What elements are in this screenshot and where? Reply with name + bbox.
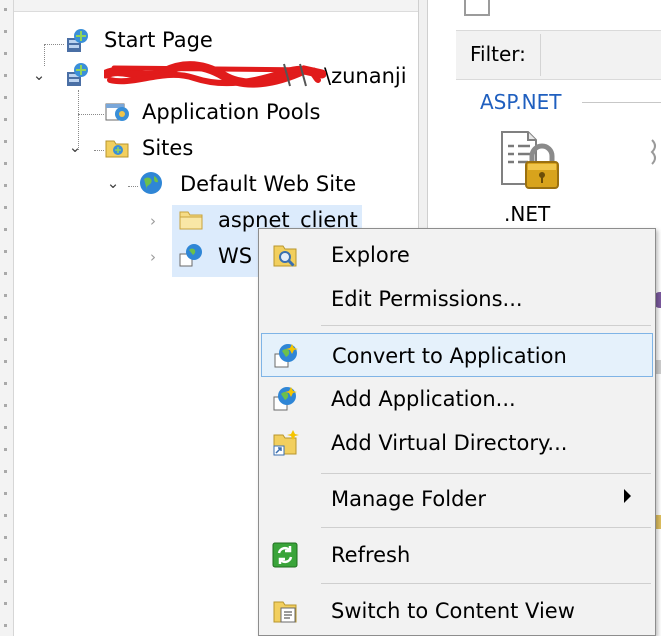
explore-folder-icon xyxy=(273,245,297,267)
menu-item-label: Refresh xyxy=(331,543,411,567)
menu-item-convert-to-application[interactable]: Convert to Application xyxy=(261,333,653,377)
strip-tick xyxy=(4,118,7,121)
strip-tick xyxy=(4,492,7,495)
tree-connector xyxy=(78,114,104,115)
menu-item-label: Add Application... xyxy=(331,387,516,411)
menu-item-label: Explore xyxy=(331,243,410,267)
menu-separator xyxy=(321,473,651,474)
menu-item-refresh[interactable]: Refresh xyxy=(261,533,653,577)
strip-tick xyxy=(4,316,7,319)
strip-tick xyxy=(4,514,7,517)
strip-tick xyxy=(4,140,7,143)
net-authorization-lock-icon[interactable] xyxy=(498,128,562,192)
tree-item-sites[interactable]: Sites xyxy=(142,134,193,164)
strip-tick xyxy=(4,470,7,473)
menu-item-edit-permissions[interactable]: Edit Permissions... xyxy=(261,277,653,321)
menu-item-switch-to-content-view[interactable]: Switch to Content View xyxy=(261,589,653,633)
strip-tick xyxy=(4,272,7,275)
tree-item-ws[interactable]: WS xyxy=(218,242,252,272)
menu-separator xyxy=(321,325,651,326)
menu-item-explore[interactable]: Explore xyxy=(261,233,653,277)
view-checkbox[interactable] xyxy=(464,0,490,16)
chevron-right-icon[interactable]: › xyxy=(144,212,162,230)
strip-tick xyxy=(4,360,7,363)
redaction-scribble xyxy=(104,61,326,88)
strip-tick xyxy=(4,426,7,429)
tree-item-start-page[interactable]: Start Page xyxy=(104,26,213,56)
strip-tick xyxy=(4,602,7,605)
strip-tick xyxy=(4,96,7,99)
tree-connector xyxy=(44,44,64,45)
menu-separator xyxy=(321,583,651,584)
application-pools-icon xyxy=(105,103,129,121)
menu-item-add-virtual-directory[interactable]: Add Virtual Directory... xyxy=(261,421,653,465)
sites-folder-icon xyxy=(105,140,129,158)
tree-connector xyxy=(128,186,138,187)
refresh-icon xyxy=(272,542,298,568)
feature-group-header: ASP.NET xyxy=(480,90,562,114)
tree-connector xyxy=(94,150,104,151)
menu-item-label: Manage Folder xyxy=(331,487,486,511)
chevron-right-icon[interactable]: › xyxy=(144,248,162,266)
strip-tick xyxy=(4,184,7,187)
connections-toolbar xyxy=(14,0,418,12)
strip-tick xyxy=(4,338,7,341)
strip-tick xyxy=(4,580,7,583)
menu-item-label: Add Virtual Directory... xyxy=(331,431,568,455)
strip-tick xyxy=(4,74,7,77)
menu-item-add-application[interactable]: Add Application... xyxy=(261,377,653,421)
web-application-icon xyxy=(179,244,202,267)
group-divider xyxy=(582,102,661,103)
server-name-suffix: \zunanji xyxy=(324,64,407,88)
menu-separator xyxy=(321,527,651,528)
tree-item-application-pools[interactable]: Application Pools xyxy=(142,98,320,128)
chevron-down-icon[interactable]: ⌄ xyxy=(104,174,122,192)
strip-tick xyxy=(4,536,7,539)
strip-tick xyxy=(4,558,7,561)
context-menu: Explore Edit Permissions... Convert to A… xyxy=(258,228,656,636)
menu-item-label: Edit Permissions... xyxy=(331,287,523,311)
strip-tick xyxy=(4,30,7,33)
strip-tick xyxy=(4,404,7,407)
strip-tick xyxy=(4,448,7,451)
strip-tick xyxy=(4,228,7,231)
strip-tick xyxy=(4,52,7,55)
server-icon xyxy=(67,63,88,86)
left-edge-strip xyxy=(0,0,14,636)
menu-item-label: Switch to Content View xyxy=(331,599,575,623)
filter-label: Filter: xyxy=(470,42,526,66)
strip-tick xyxy=(4,8,7,11)
tree-connector xyxy=(44,44,45,66)
menu-item-label: Convert to Application xyxy=(332,344,567,368)
strip-tick xyxy=(4,206,7,209)
globe-icon xyxy=(140,172,162,194)
strip-tick xyxy=(4,624,7,627)
folder-icon xyxy=(179,211,203,230)
chevron-down-icon[interactable]: ⌄ xyxy=(30,66,48,84)
filter-divider xyxy=(540,34,541,76)
tree-item-default-web-site[interactable]: Default Web Site xyxy=(180,170,356,200)
content-view-icon xyxy=(273,601,297,623)
convert-application-icon xyxy=(274,344,298,368)
add-application-icon xyxy=(273,387,297,411)
strip-tick xyxy=(4,294,7,297)
start-page-icon xyxy=(67,29,88,52)
strip-tick xyxy=(4,162,7,165)
add-virtual-directory-icon xyxy=(273,430,299,456)
net-feature-label: .NET xyxy=(504,202,551,226)
strip-tick xyxy=(4,382,7,385)
submenu-arrow-icon xyxy=(624,489,631,503)
menu-item-manage-folder[interactable]: Manage Folder xyxy=(261,477,653,521)
chevron-down-icon[interactable]: ⌄ xyxy=(66,138,84,156)
strip-tick xyxy=(4,250,7,253)
